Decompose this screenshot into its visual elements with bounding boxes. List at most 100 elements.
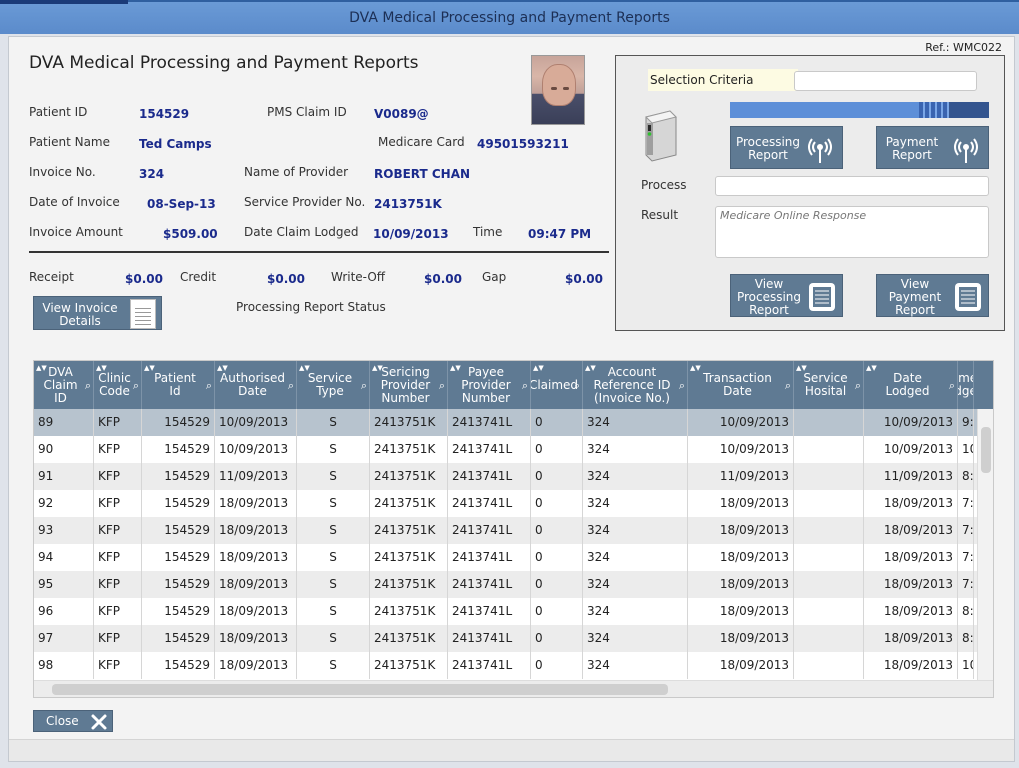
table-cell: 9:: [958, 409, 974, 436]
sort-icon[interactable]: ▲▼: [796, 362, 807, 375]
patient-name-value: Ted Camps: [139, 137, 212, 151]
table-row[interactable]: 94 KFP 154529 18/09/2013 S 2413751K 2413741L 0 3…: [34, 544, 979, 571]
sort-icon[interactable]: ▲▼: [585, 362, 596, 375]
selection-criteria-input[interactable]: [794, 71, 977, 91]
table-cell: 154529: [142, 571, 215, 598]
vertical-scroll-thumb[interactable]: [981, 427, 991, 473]
sort-icon[interactable]: ▲▼: [533, 362, 544, 375]
pms-claim-label: PMS Claim ID: [267, 105, 347, 119]
table-cell: 10: [958, 652, 974, 679]
sort-icon[interactable]: ▲▼: [450, 362, 461, 375]
sort-icon[interactable]: ▲▼: [299, 362, 310, 375]
column-header[interactable]: Patient Id ▲▼ ⌕: [142, 361, 215, 409]
sort-icon[interactable]: ▲▼: [217, 362, 228, 375]
close-label: Close: [46, 714, 79, 728]
table-cell: 18/09/2013: [215, 544, 297, 571]
column-header[interactable]: Claimed ▲▼ ⌕: [531, 361, 583, 409]
table-cell: 324: [583, 517, 688, 544]
view-payment-report-button[interactable]: View Payment Report: [876, 274, 989, 317]
table-row[interactable]: 91 KFP 154529 11/09/2013 S 2413751K 2413741L 0 3…: [34, 463, 979, 490]
search-icon[interactable]: ⌕: [574, 379, 580, 392]
table-cell: 18/09/2013: [688, 490, 794, 517]
search-icon[interactable]: ⌕: [785, 379, 791, 392]
search-icon[interactable]: ⌕: [679, 379, 685, 392]
table-cell: [794, 490, 864, 517]
table-cell: 0: [531, 463, 583, 490]
result-textarea[interactable]: Medicare Online Response: [715, 206, 989, 258]
table-cell: 94: [34, 544, 94, 571]
table-cell: S: [297, 409, 370, 436]
table-row[interactable]: 97 KFP 154529 18/09/2013 S 2413751K 2413741L 0 3…: [34, 625, 979, 652]
column-header[interactable]: Account Reference ID (Invoice No.) ▲▼ ⌕: [583, 361, 688, 409]
table-cell: 2413741L: [448, 544, 531, 571]
medicare-label: Medicare Card: [378, 135, 465, 149]
search-icon[interactable]: ⌕: [133, 379, 139, 392]
vertical-scrollbar[interactable]: [977, 409, 993, 682]
sort-icon[interactable]: ▲▼: [690, 362, 701, 375]
table-cell: 18/09/2013: [688, 571, 794, 598]
column-header[interactable]: Service Hosital ▲▼ ⌕: [794, 361, 864, 409]
sort-icon[interactable]: ▲▼: [36, 362, 47, 375]
table-cell: 154529: [142, 517, 215, 544]
column-header[interactable]: Payee Provider Number ▲▼ ⌕: [448, 361, 531, 409]
column-header[interactable]: Sericing Provider Number ▲▼ ⌕: [370, 361, 448, 409]
table-cell: S: [297, 625, 370, 652]
pms-claim-value: V0089@: [374, 107, 429, 121]
search-icon[interactable]: ⌕: [949, 379, 955, 392]
view-processing-report-button[interactable]: View Processing Report: [730, 274, 843, 317]
sort-icon[interactable]: ▲▼: [96, 362, 107, 375]
table-row-selected[interactable]: 89 KFP 154529 10/09/2013 S 2413751K 2413741L 0 3…: [34, 409, 979, 436]
table-row[interactable]: 93 KFP 154529 18/09/2013 S 2413751K 2413741L 0 3…: [34, 517, 979, 544]
processing-report-button[interactable]: Processing Report: [730, 126, 843, 169]
column-header[interactable]: Clinic Code ▲▼ ⌕: [94, 361, 142, 409]
horizontal-scroll-thumb[interactable]: [52, 684, 668, 695]
report-icon: [955, 283, 981, 311]
horizontal-scrollbar[interactable]: [34, 680, 993, 697]
payment-report-button[interactable]: Payment Report: [876, 126, 989, 169]
sort-icon[interactable]: ▲▼: [372, 362, 383, 375]
table-cell: 18/09/2013: [215, 625, 297, 652]
column-header[interactable]: Transaction Date ▲▼ ⌕: [688, 361, 794, 409]
table-cell: KFP: [94, 436, 142, 463]
search-icon[interactable]: ⌕: [206, 379, 212, 392]
sort-icon[interactable]: ▲▼: [144, 362, 155, 375]
search-icon[interactable]: ⌕: [85, 379, 91, 392]
table-cell: 91: [34, 463, 94, 490]
table-cell: 2413751K: [370, 571, 448, 598]
search-icon[interactable]: ⌕: [439, 379, 445, 392]
column-header[interactable]: DVA Claim ID ▲▼ ⌕: [34, 361, 94, 409]
gap-label: Gap: [482, 270, 507, 284]
table-cell: 154529: [142, 544, 215, 571]
main-window: Ref.: WMC022 DVA Medical Processing and …: [8, 36, 1015, 762]
view-invoice-button[interactable]: View Invoice Details: [33, 296, 162, 330]
table-cell: 154529: [142, 436, 215, 463]
table-cell: 90: [34, 436, 94, 463]
table-row[interactable]: 96 KFP 154529 18/09/2013 S 2413751K 2413741L 0 3…: [34, 598, 979, 625]
table-cell: 2413751K: [370, 436, 448, 463]
table-cell: 10/09/2013: [864, 436, 958, 463]
process-input[interactable]: [715, 176, 989, 196]
table-cell: 18/09/2013: [864, 544, 958, 571]
search-icon[interactable]: ⌕: [855, 379, 861, 392]
table-row[interactable]: 92 KFP 154529 18/09/2013 S 2413751K 2413741L 0 3…: [34, 490, 979, 517]
column-header[interactable]: Service Type ▲▼ ⌕: [297, 361, 370, 409]
column-header[interactable]: Date Lodged ▲▼ ⌕: [864, 361, 958, 409]
table-cell: 2413741L: [448, 463, 531, 490]
search-icon[interactable]: ⌕: [361, 379, 367, 392]
table-row[interactable]: 90 KFP 154529 10/09/2013 S 2413751K 2413741L 0 3…: [34, 436, 979, 463]
column-header[interactable]: Authorised Date ▲▼ ⌕: [215, 361, 297, 409]
close-button[interactable]: Close: [33, 710, 113, 732]
table-row[interactable]: 95 KFP 154529 18/09/2013 S 2413751K 2413741L 0 3…: [34, 571, 979, 598]
table-cell: 18/09/2013: [688, 544, 794, 571]
document-icon: [130, 299, 156, 329]
search-icon[interactable]: ⌕: [522, 379, 528, 392]
sort-icon[interactable]: ▲▼: [866, 362, 877, 375]
table-cell: 324: [583, 436, 688, 463]
table-cell: 10: [958, 436, 974, 463]
service-provider-value: 2413751K: [374, 197, 442, 211]
table-cell: KFP: [94, 598, 142, 625]
search-icon[interactable]: ⌕: [288, 379, 294, 392]
table-row[interactable]: 98 KFP 154529 18/09/2013 S 2413751K 2413741L 0 3…: [34, 652, 979, 679]
column-header[interactable]: Time Lodged: [958, 361, 974, 409]
table-cell: 154529: [142, 490, 215, 517]
